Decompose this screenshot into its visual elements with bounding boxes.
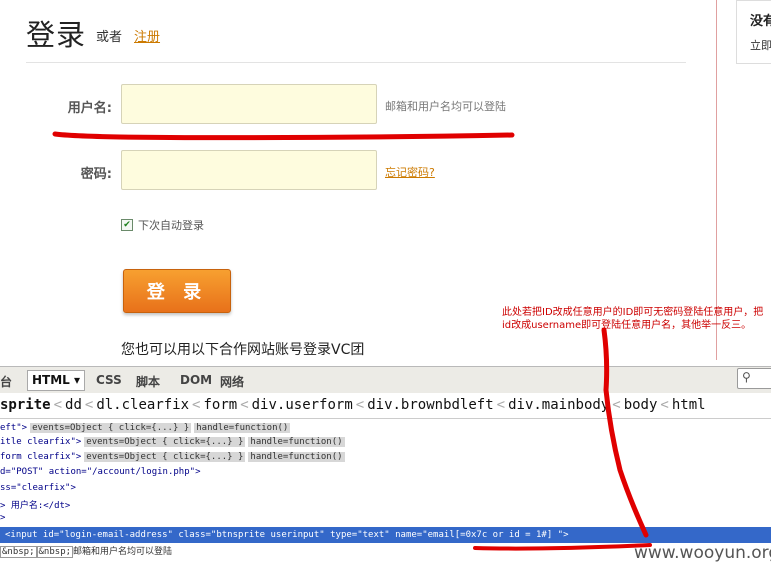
underline-stroke bbox=[52, 131, 515, 141]
arrow-stroke bbox=[601, 327, 649, 538]
underline-stroke bbox=[473, 543, 652, 551]
annotation-strokes bbox=[52, 131, 652, 551]
